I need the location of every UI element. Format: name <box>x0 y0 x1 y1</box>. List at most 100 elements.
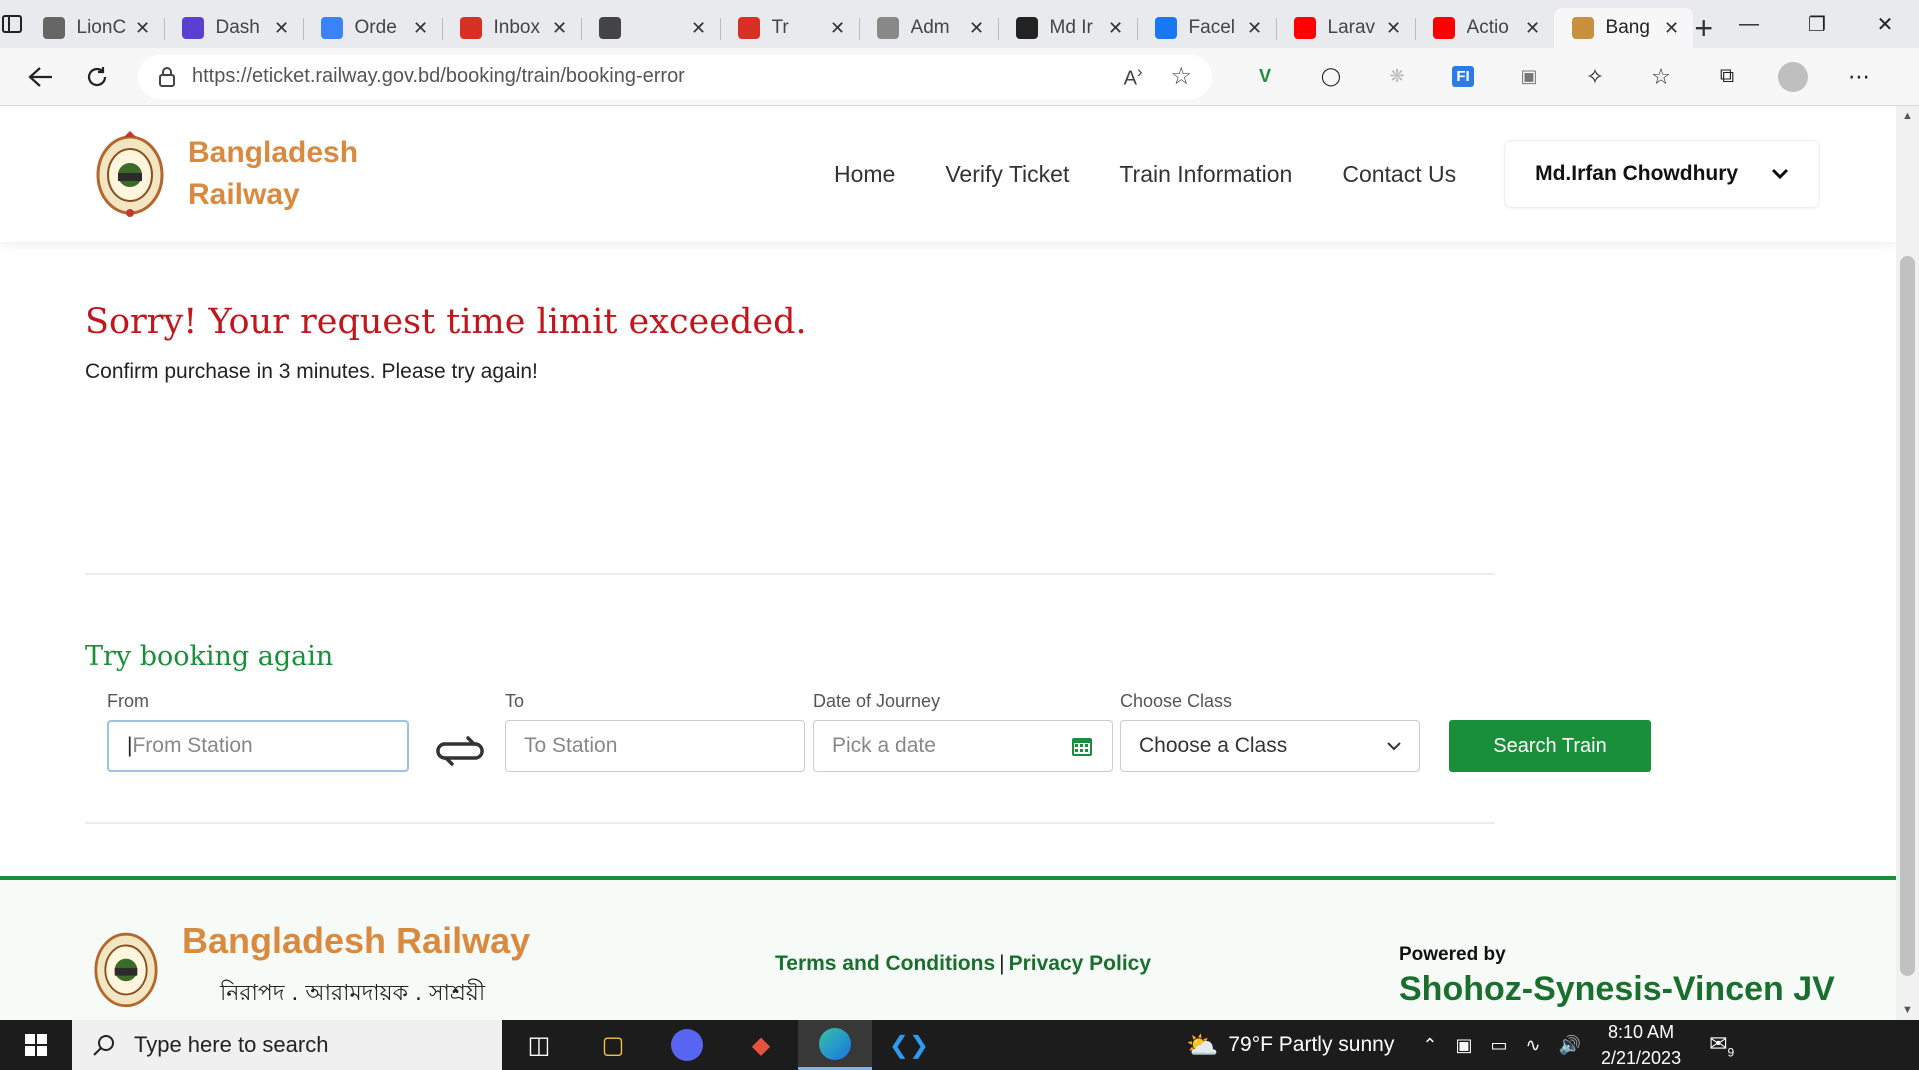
brand-name[interactable]: Bangladesh Railway <box>188 132 368 216</box>
close-tab-icon[interactable]: ✕ <box>549 17 571 39</box>
browser-tab[interactable]: LionC ✕ <box>25 8 164 48</box>
close-tab-icon[interactable]: ✕ <box>271 17 293 39</box>
vscode-icon[interactable]: ❮❯ <box>872 1020 946 1070</box>
extensions-puzzle-icon[interactable]: ✧ <box>1572 54 1618 100</box>
youtube-icon <box>1293 17 1316 39</box>
close-tab-icon[interactable]: ✕ <box>132 17 154 39</box>
scrollbar-thumb[interactable] <box>1900 256 1915 976</box>
meet-now-icon[interactable]: ▣ <box>1455 1035 1472 1056</box>
bangladesh-railway-logo-icon[interactable] <box>96 129 164 219</box>
vue-devtools-extension-icon[interactable]: V <box>1242 54 1288 100</box>
browser-tab[interactable]: Bang ✕ <box>1553 8 1693 48</box>
read-aloud-icon[interactable]: A› <box>1124 62 1143 91</box>
browser-tab[interactable]: Dash ✕ <box>163 8 303 48</box>
font-extension-icon[interactable]: FI <box>1440 54 1486 100</box>
calendar-icon[interactable] <box>1070 734 1094 758</box>
browser-tab[interactable]: Actio ✕ <box>1414 8 1554 48</box>
error-section: Sorry! Your request time limit exceeded.… <box>85 302 1495 384</box>
taskbar-clock[interactable]: 8:10 AM 2/21/2023 <box>1601 1019 1681 1070</box>
discord-icon[interactable] <box>650 1020 724 1070</box>
scroll-down-arrow-icon[interactable]: ▼ <box>1902 1004 1913 1016</box>
wifi-icon[interactable]: ∿ <box>1525 1035 1540 1056</box>
start-button[interactable] <box>0 1020 72 1070</box>
extension-circle-icon[interactable]: ◯ <box>1308 54 1354 100</box>
close-tab-icon[interactable]: ✕ <box>1244 17 1266 39</box>
tab-title: Adm <box>910 17 950 38</box>
close-window-button[interactable]: ✕ <box>1851 0 1919 48</box>
volume-icon[interactable]: 🔊 <box>1559 1035 1581 1056</box>
powered-by-company[interactable]: Shohoz-Synesis-Vincen JV <box>1399 970 1835 1009</box>
scroll-up-arrow-icon[interactable]: ▲ <box>1902 110 1913 122</box>
tab-title: Tr <box>771 17 789 38</box>
search-train-button[interactable]: Search Train <box>1449 720 1651 772</box>
browser-tab[interactable]: Tr ✕ <box>719 8 859 48</box>
booking-heading: Try booking again <box>85 641 334 672</box>
class-select[interactable]: Choose a Class <box>1120 720 1420 772</box>
browser-tab[interactable]: Inbox ✕ <box>441 8 581 48</box>
taskbar-search-box[interactable]: Type here to search <box>72 1020 502 1070</box>
powered-by-label: Powered by <box>1399 944 1506 965</box>
more-menu-icon[interactable]: ⋯ <box>1836 54 1882 100</box>
close-tab-icon[interactable]: ✕ <box>966 17 988 39</box>
tab-title: LionC <box>76 17 127 38</box>
close-tab-icon[interactable]: ✕ <box>827 17 849 39</box>
tab-title: Bang <box>1605 17 1650 38</box>
tray-overflow-icon[interactable]: ⌃ <box>1422 1035 1437 1056</box>
windows-taskbar: Type here to search ◫ ▢ ◆ ❮❯ ⛅ 79°F Part… <box>0 1020 1919 1070</box>
close-tab-icon[interactable]: ✕ <box>410 17 432 39</box>
close-tab-icon[interactable]: ✕ <box>688 17 710 39</box>
task-view-icon[interactable]: ◫ <box>502 1020 576 1070</box>
close-tab-icon[interactable]: ✕ <box>1522 17 1544 39</box>
swap-stations-icon[interactable] <box>436 734 484 768</box>
close-tab-icon[interactable]: ✕ <box>1105 17 1127 39</box>
browser-tab[interactable]: Facel ✕ <box>1136 8 1276 48</box>
nav-home[interactable]: Home <box>834 161 895 188</box>
weather-text: 79°F Partly sunny <box>1228 1033 1395 1056</box>
edge-browser-icon[interactable] <box>798 1020 872 1070</box>
browser-tab[interactable]: Md Ir ✕ <box>997 8 1137 48</box>
from-station-input[interactable]: | From Station <box>107 720 409 772</box>
browser-toolbar: https://eticket.railway.gov.bd/booking/t… <box>0 48 1919 106</box>
document-icon <box>598 17 621 39</box>
refresh-button[interactable] <box>74 54 120 100</box>
browser-tab[interactable]: Orde ✕ <box>302 8 442 48</box>
error-title: Sorry! Your request time limit exceeded. <box>85 302 807 342</box>
browser-tab[interactable]: ✕ <box>580 8 720 48</box>
maximize-button[interactable]: ❐ <box>1783 0 1851 48</box>
notion-icon <box>1015 17 1038 39</box>
minimize-button[interactable]: — <box>1715 0 1783 48</box>
nav-train-information[interactable]: Train Information <box>1119 161 1292 188</box>
user-menu-dropdown[interactable]: Md.Irfan Chowdhury <box>1504 140 1821 208</box>
add-favorite-icon[interactable]: ☆ <box>1170 62 1192 91</box>
tab-actions-button[interactable] <box>0 0 25 48</box>
terms-link[interactable]: Terms and Conditions <box>775 952 995 975</box>
close-tab-icon[interactable]: ✕ <box>1383 17 1405 39</box>
react-extension-icon[interactable]: ❋ <box>1374 54 1420 100</box>
notifications-icon[interactable]: ✉9 <box>1709 1031 1734 1059</box>
date-of-journey-input[interactable]: Pick a date <box>813 720 1113 772</box>
file-explorer-icon[interactable]: ▢ <box>576 1020 650 1070</box>
nav-contact-us[interactable]: Contact Us <box>1342 161 1456 188</box>
to-station-input[interactable]: To Station <box>505 720 805 772</box>
privacy-link[interactable]: Privacy Policy <box>1009 952 1151 975</box>
brand-line-2: Railway <box>188 178 300 211</box>
back-button[interactable] <box>18 54 64 100</box>
new-tab-button[interactable]: + <box>1693 8 1715 48</box>
browser-tab[interactable]: Adm ✕ <box>858 8 998 48</box>
battery-icon[interactable]: ▭ <box>1490 1035 1507 1056</box>
collections-icon[interactable]: ⧉ <box>1704 54 1750 100</box>
page-scrollbar[interactable]: ▲ ▼ <box>1896 106 1919 1020</box>
footer-tagline: নিরাপদ . আরামদায়ক . সাশ্রয়ী <box>220 981 486 1006</box>
nav-verify-ticket[interactable]: Verify Ticket <box>945 161 1069 188</box>
class-selected-value: Choose a Class <box>1139 734 1288 757</box>
weather-widget[interactable]: ⛅ 79°F Partly sunny <box>1186 1030 1394 1061</box>
search-icon <box>93 1035 114 1056</box>
browser-tab[interactable]: Larav ✕ <box>1275 8 1415 48</box>
address-bar[interactable]: https://eticket.railway.gov.bd/booking/t… <box>138 54 1212 99</box>
favorites-icon[interactable]: ☆ <box>1638 54 1684 100</box>
profile-avatar-icon[interactable] <box>1770 54 1816 100</box>
camera-extension-icon[interactable]: ▣ <box>1506 54 1552 100</box>
git-client-icon[interactable]: ◆ <box>724 1020 798 1070</box>
close-tab-icon[interactable]: ✕ <box>1661 17 1683 39</box>
url-text: https://eticket.railway.gov.bd/booking/t… <box>192 65 1124 88</box>
